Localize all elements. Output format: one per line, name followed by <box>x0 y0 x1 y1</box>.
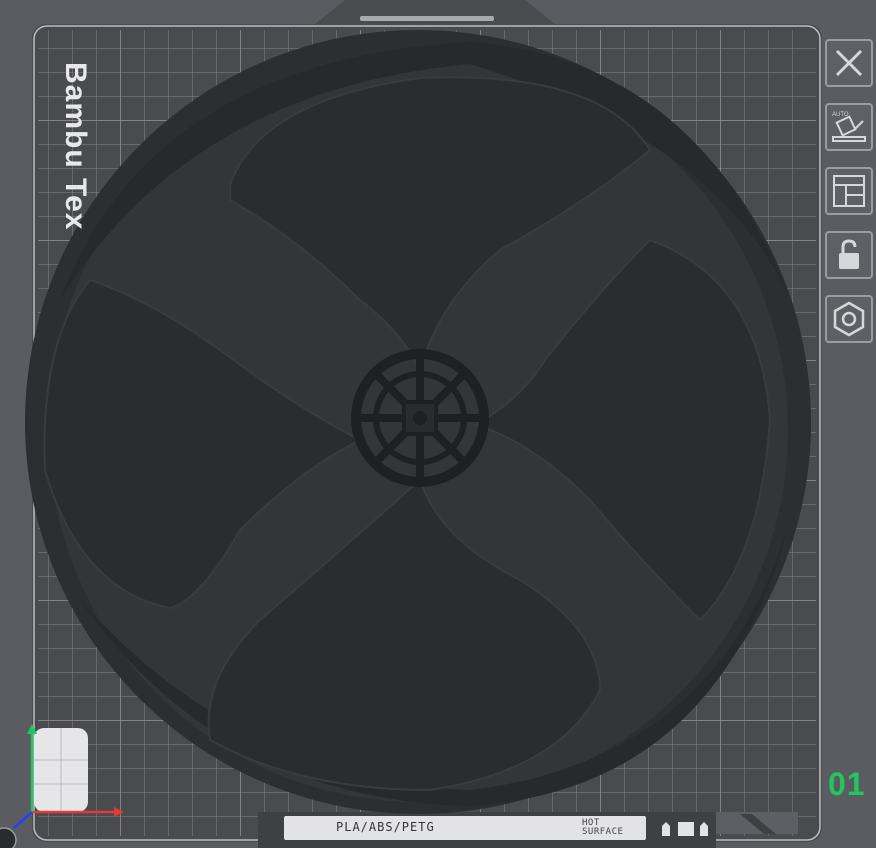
build-plate-viewport[interactable] <box>0 0 876 848</box>
close-button[interactable] <box>825 39 873 87</box>
hot-surface-line2: SURFACE <box>582 827 624 837</box>
plate-top-handle <box>360 16 494 21</box>
filament-compat-label: PLA/ABS/PETG <box>336 820 435 834</box>
hex-nut-icon <box>833 301 865 337</box>
unlock-icon <box>839 239 859 269</box>
plate-brand-text: Bambu Tex <box>59 62 92 231</box>
auto-orient-button[interactable]: AUTO <box>825 103 873 151</box>
fan-hub-bore <box>413 411 427 425</box>
arrange-icon <box>833 175 865 207</box>
plate-settings-button[interactable] <box>825 295 873 343</box>
axis-z <box>13 811 33 829</box>
close-icon <box>835 49 863 77</box>
auto-orient-icon: AUTO <box>832 112 866 142</box>
plate-number: 01 <box>828 766 866 802</box>
hot-surface-label: HOT SURFACE <box>582 819 623 837</box>
view-cube-handle[interactable] <box>0 827 17 848</box>
arrange-button[interactable] <box>825 167 873 215</box>
lock-button[interactable] <box>825 231 873 279</box>
